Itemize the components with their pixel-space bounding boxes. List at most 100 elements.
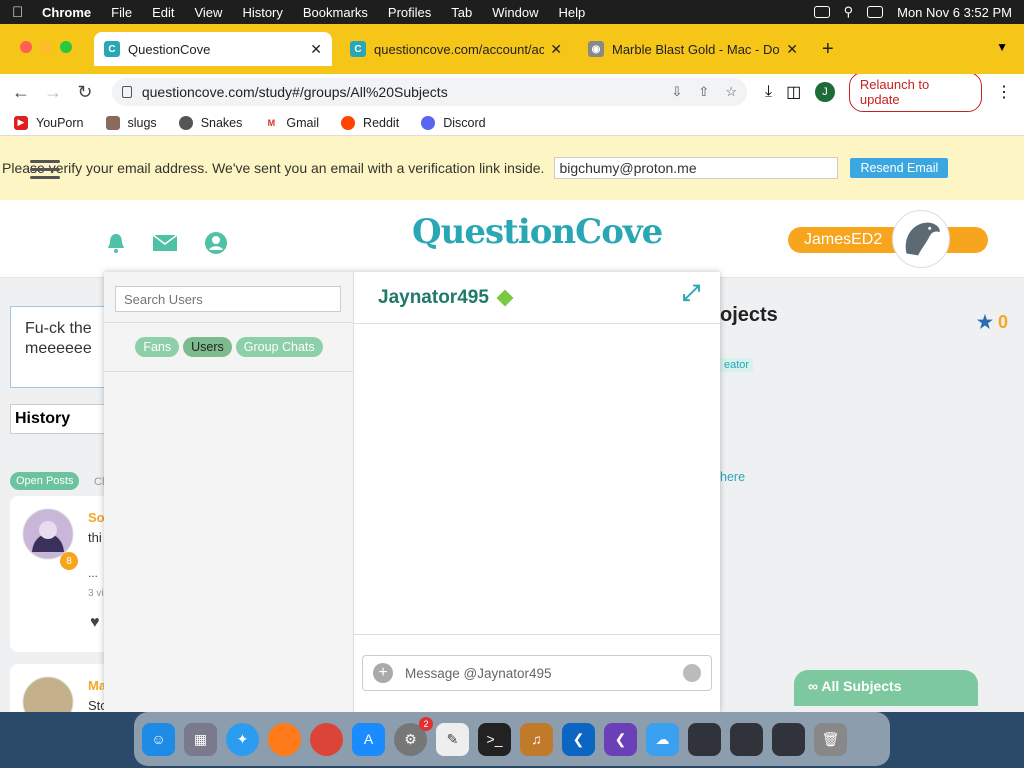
message-placeholder[interactable]: Message @Jaynator495 xyxy=(405,666,552,681)
expand-icon[interactable]: ⤢ xyxy=(682,280,700,306)
questioncove-logo[interactable]: QuestionCove xyxy=(412,212,663,252)
chrome-icon[interactable] xyxy=(310,722,343,756)
post-author-name[interactable]: So xyxy=(88,510,105,525)
messages-envelope-icon[interactable] xyxy=(152,234,178,252)
menu-help[interactable]: Help xyxy=(559,5,586,20)
bookmarks-bar: ▶ YouPorn slugs Snakes M Gmail Reddit Disc… xyxy=(0,110,1024,136)
firefox-icon[interactable] xyxy=(268,722,301,756)
zoom-window-button[interactable] xyxy=(60,41,72,53)
app-store-icon[interactable]: A xyxy=(352,722,385,756)
screen-mirroring-icon[interactable] xyxy=(813,6,830,18)
menu-view[interactable]: View xyxy=(194,5,222,20)
discord-icon xyxy=(421,115,436,130)
close-tab-icon[interactable]: ✕ xyxy=(550,41,562,58)
menu-tab[interactable]: Tab xyxy=(451,5,472,20)
close-window-button[interactable] xyxy=(20,41,32,53)
menu-history[interactable]: History xyxy=(242,5,282,20)
username-pill[interactable]: JamesED2 xyxy=(788,227,988,253)
new-tab-icon[interactable]: + xyxy=(822,38,834,61)
menu-app-name[interactable]: Chrome xyxy=(42,5,91,20)
window-thumbnail-icon[interactable] xyxy=(730,722,763,756)
chrome-window: C QuestionCove ✕ C questioncove.com/acco… xyxy=(0,24,1024,712)
minimize-window-button[interactable] xyxy=(40,41,52,53)
tab-title: questioncove.com/account/act xyxy=(374,41,545,57)
launchpad-icon[interactable]: ▦ xyxy=(184,722,217,756)
search-users-input[interactable] xyxy=(115,286,341,312)
chat-recipient-name[interactable]: Jaynator495 xyxy=(378,287,489,309)
safari-icon[interactable]: ✦ xyxy=(226,722,259,756)
menu-profiles[interactable]: Profiles xyxy=(388,5,431,20)
post-ellipsis: ... xyxy=(88,566,99,580)
menu-file[interactable]: File xyxy=(111,5,132,20)
hamburger-menu-icon[interactable] xyxy=(30,160,60,184)
tab-fans[interactable]: Fans xyxy=(135,337,180,357)
verify-email-field[interactable]: bigchumy@proton.me xyxy=(554,157,839,179)
post-card[interactable]: 8 So thi ... 3 vi ♥ xyxy=(10,496,110,652)
tab-users[interactable]: Users xyxy=(183,337,232,357)
side-panel-icon[interactable]: ◫ xyxy=(786,82,801,102)
bookmark-discord[interactable]: Discord xyxy=(421,115,486,130)
tab-marble-blast[interactable]: ◉ Marble Blast Gold - Mac - Dow ✕ xyxy=(578,32,808,66)
relaunch-to-update-button[interactable]: Relaunch to update xyxy=(848,72,982,112)
tab-account[interactable]: C questioncove.com/account/act ✕ xyxy=(340,32,572,66)
profile-avatar[interactable]: J xyxy=(815,82,835,102)
profile-user-icon[interactable] xyxy=(204,231,228,255)
all-subjects-button[interactable]: ∞ All Subjects xyxy=(794,670,978,706)
visual-studio-icon[interactable]: ❮ xyxy=(604,722,637,756)
bookmark-reddit[interactable]: Reddit xyxy=(341,115,400,130)
apple-menu-icon[interactable]:  xyxy=(12,4,26,21)
install-app-icon[interactable]: ⇩ xyxy=(672,84,683,100)
system-settings-icon[interactable]: ⚙ 2 xyxy=(394,716,433,756)
cloud-app-icon[interactable]: ☁ xyxy=(646,722,679,756)
menu-window[interactable]: Window xyxy=(492,5,538,20)
lock-icon[interactable] xyxy=(121,86,132,98)
user-avatar-dolphin[interactable] xyxy=(892,210,950,268)
address-bar-url[interactable]: questioncove.com/study#/groups/All%20Sub… xyxy=(142,84,656,100)
post-text-box[interactable]: Fu-ck the meeeeee xyxy=(10,306,110,388)
resend-email-button[interactable]: Resend Email xyxy=(850,158,949,178)
trash-icon[interactable]: 🗑 xyxy=(814,722,847,756)
forward-arrow-icon[interactable]: → xyxy=(44,82,62,103)
menu-edit[interactable]: Edit xyxy=(152,5,174,20)
attach-plus-icon[interactable]: + xyxy=(373,663,393,683)
textedit-icon[interactable]: ✎ xyxy=(436,722,469,756)
post-author-avatar[interactable] xyxy=(22,676,74,712)
finder-icon[interactable]: ☺ xyxy=(142,722,175,756)
notifications-bell-icon[interactable] xyxy=(106,232,126,254)
downloads-icon[interactable]: ⤓ xyxy=(765,83,772,101)
here-link[interactable]: here xyxy=(720,470,745,484)
bookmark-label: Reddit xyxy=(363,115,400,130)
close-tab-icon[interactable]: ✕ xyxy=(786,41,798,58)
chevron-down-icon[interactable]: ▼ xyxy=(996,40,1008,54)
address-bar[interactable]: questioncove.com/study#/groups/All%20Sub… xyxy=(111,78,747,106)
terminal-icon[interactable]: >_ xyxy=(478,722,511,756)
menu-bookmarks[interactable]: Bookmarks xyxy=(303,5,368,20)
share-icon[interactable]: ⇧ xyxy=(698,84,709,100)
closed-posts-tab[interactable]: Cl xyxy=(94,476,104,488)
bookmark-gmail[interactable]: M Gmail xyxy=(264,115,319,130)
garageband-icon[interactable]: ♫ xyxy=(520,722,553,756)
window-thumbnail-icon[interactable] xyxy=(688,722,721,756)
close-tab-icon[interactable]: ✕ xyxy=(310,41,322,58)
open-posts-tab[interactable]: Open Posts xyxy=(10,472,80,490)
macos-menu-bar:  Chrome File Edit View History Bookmark… xyxy=(0,0,1024,24)
message-input[interactable]: + Message @Jaynator495 xyxy=(362,655,712,691)
reload-icon[interactable]: ↻ xyxy=(76,82,94,103)
history-label[interactable]: History xyxy=(10,404,110,434)
tab-questioncove[interactable]: C QuestionCove ✕ xyxy=(94,32,332,66)
bookmark-star-icon[interactable]: ☆ xyxy=(725,84,737,100)
vscode-icon[interactable]: ❮ xyxy=(562,722,595,756)
bookmark-snakes[interactable]: Snakes xyxy=(178,115,242,130)
heart-icon[interactable]: ♥ xyxy=(90,614,100,632)
bookmark-slugs[interactable]: slugs xyxy=(105,115,157,130)
bookmark-youporn[interactable]: ▶ YouPorn xyxy=(14,115,84,130)
window-thumbnail-icon[interactable] xyxy=(772,722,805,756)
tab-group-chats[interactable]: Group Chats xyxy=(235,337,323,357)
control-center-icon[interactable] xyxy=(867,6,884,18)
back-arrow-icon[interactable]: ← xyxy=(12,82,30,103)
post-card[interactable]: Ma Sto xyxy=(10,664,110,712)
more-menu-icon[interactable]: ⋮ xyxy=(996,82,1012,102)
menu-clock[interactable]: Mon Nov 6 3:52 PM xyxy=(897,5,1012,20)
emoji-icon[interactable] xyxy=(683,664,701,682)
spotlight-search-icon[interactable]: ⚲ xyxy=(844,4,854,20)
